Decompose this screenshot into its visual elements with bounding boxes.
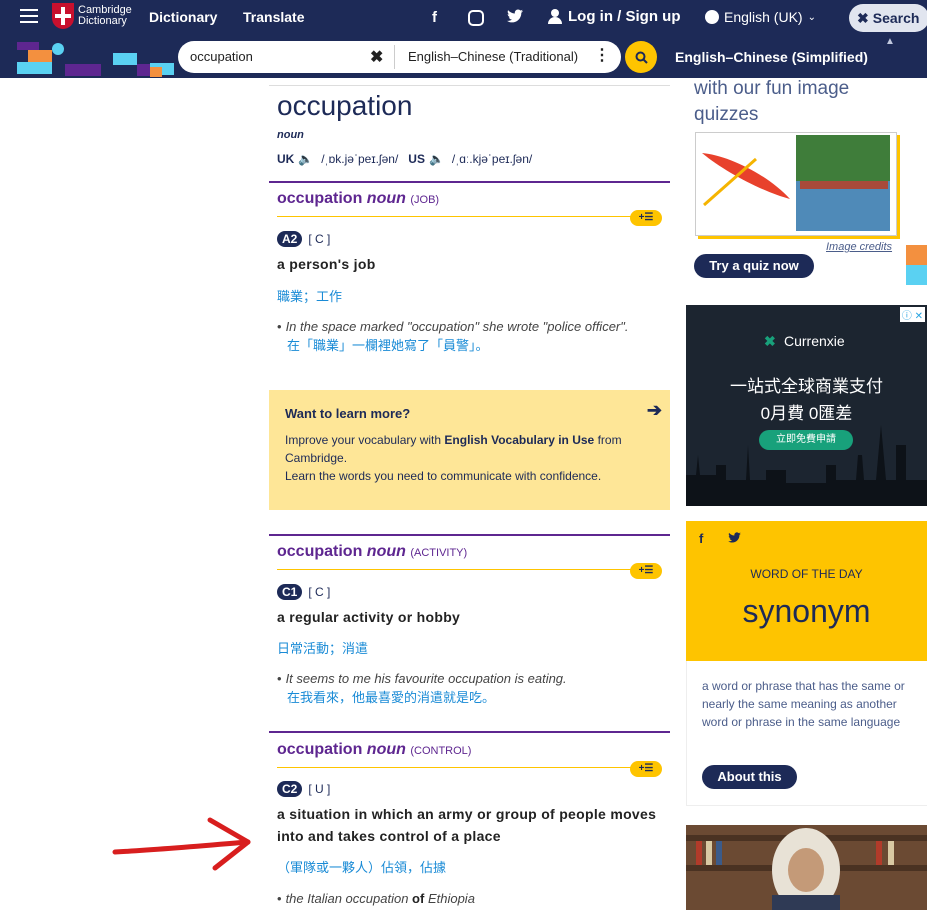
learn-more-box[interactable]: ➔ Want to learn more? Improve your vocab… [269,390,670,510]
grammar-code: [ U ] [308,782,331,796]
example-translation: 在「職業」一欄裡她寫了「員警」。 [287,338,489,353]
nav-dictionary[interactable]: Dictionary [149,9,217,25]
level-info: C1 [ C ] [277,584,330,600]
wotd-word[interactable]: synonym [686,593,927,630]
divider [269,85,670,86]
definition: a situation in which an army or group of… [277,806,657,844]
globe-icon [705,10,719,24]
definition: a regular activity or hobby [277,609,461,625]
ad-subheadline: 0月費 0匯差 [760,404,853,423]
chevron-down-icon: ⌄ [807,11,816,23]
pronunciation: UK 🔈 /ˌɒk.jəˈpeɪ.ʃən/ US 🔈 /ˌɑː.kjəˈpeɪ.… [277,152,532,166]
login-label: Log in / Sign up [568,8,681,25]
twitter-icon[interactable] [728,531,741,546]
brand-logo-icon: ✖ [764,333,776,349]
wotd-definition: a word or phrase that has the same or ne… [702,679,905,729]
part-of-speech: noun [277,129,304,141]
close-icon: ✖ [857,9,869,26]
decorative-block [906,265,927,285]
definition: a person's job [277,256,376,272]
example: • In the space marked "occupation" she wr… [277,317,657,355]
level-info: C2 [ U ] [277,781,330,797]
user-icon [548,9,562,24]
translation: 職業；工作 [277,289,343,304]
search-submit-button[interactable] [625,41,657,73]
example: • It seems to me his favourite occupation… [277,669,657,707]
example-translation: 在我看來，他最喜愛的消遣就是吃。 [287,690,496,705]
example: • the Italian occupation of Ethiopia [277,891,475,906]
logo-line2: Dictionary [78,15,127,27]
decorative-block [906,245,927,265]
ad-choices-icon[interactable]: ⓘ ✕ [899,307,925,322]
nav-translate[interactable]: Translate [243,9,304,25]
sense-heading-activity: occupation noun (ACTIVITY) [277,543,468,560]
hamburger-menu-icon[interactable] [20,9,38,23]
sense-divider [269,534,670,536]
annotation-arrow-icon [112,817,251,871]
shield-icon [52,3,74,29]
uk-ipa: /ˌɒk.jəˈpeɪ.ʃən/ [321,152,399,166]
uk-label: UK [277,152,295,166]
divider [277,569,637,570]
try-quiz-button[interactable]: Try a quiz now [694,254,814,278]
quiz-promo-text: with our fun image quizzes [694,78,850,125]
us-ipa: /ˌɑː.kjəˈpeɪ.ʃən/ [451,152,533,166]
advertisement[interactable]: ⓘ ✕ ✖ Currenxie 一站式全球商業支付 0月費 0匯差 立即免費申請 [686,305,927,506]
grammar-code: [ C ] [308,585,331,599]
about-this-button[interactable]: About this [702,765,797,789]
grammar-code: [ C ] [308,232,331,246]
dictionary-select[interactable]: English–Chinese (Traditional) [408,49,578,64]
sense-divider [269,731,670,733]
facebook-icon[interactable]: f [432,9,437,26]
learn-more-title: Want to learn more? [285,406,411,421]
search-box: occupation ✖ English–Chinese (Traditiona… [178,41,621,73]
twitter-icon[interactable] [507,9,523,27]
ad-cta-button[interactable]: 立即免費申請 [759,430,853,450]
instagram-icon[interactable] [468,10,484,26]
learn-more-text: Improve your vocabulary with English Voc… [285,433,622,483]
level-info: A2 [ C ] [277,231,330,247]
translation: 日常活動；消遣 [277,641,369,656]
search-input[interactable]: occupation [190,49,253,64]
quiz-image[interactable] [695,132,897,236]
speaker-icon[interactable]: 🔈 [429,152,444,166]
divider [394,45,395,69]
word-of-the-day: f WORD OF THE DAY synonym [686,521,927,661]
divider [277,767,637,768]
add-to-list-button[interactable]: +☰ [630,563,662,579]
scroll-up-icon[interactable]: ▲ [885,36,895,47]
blog-photo[interactable] [686,825,927,910]
translation: （軍隊或一夥人）佔領，佔據 [277,860,447,875]
search-toggle-label: Search [872,10,920,26]
language-selector[interactable]: English (UK) ⌄ [705,9,816,25]
alt-dictionary-link[interactable]: English–Chinese (Simplified) [675,49,868,65]
us-label: US [408,152,425,166]
ad-headline: 一站式全球商業支付 [730,377,883,396]
sense-heading-job: occupation noun (JOB) [277,190,440,207]
level-badge: C1 [277,584,303,600]
speaker-icon[interactable]: 🔈 [298,152,313,166]
level-badge: A2 [277,231,303,247]
image-credits-link[interactable]: Image credits [826,241,892,253]
clear-icon[interactable]: ✖ [370,47,383,67]
search-toggle-button[interactable]: ✖ Search [849,4,927,32]
level-badge: C2 [277,781,303,797]
login-link[interactable]: Log in / Sign up [548,8,680,25]
language-label: English (UK) [724,9,803,25]
facebook-icon[interactable]: f [699,531,703,546]
divider [277,216,637,217]
search-icon [635,51,648,64]
add-to-list-button[interactable]: +☰ [630,761,662,777]
headword: occupation [277,90,413,121]
wotd-label: WORD OF THE DAY [750,567,863,581]
more-options-icon[interactable]: ⋮ [594,45,610,65]
top-navbar: Cambridge Dictionary Dictionary Translate… [0,0,927,36]
add-to-list-button[interactable]: +☰ [630,210,662,226]
sense-heading-control: occupation noun (CONTROL) [277,741,472,758]
arrow-right-icon[interactable]: ➔ [647,400,662,421]
ad-brand: Currenxie [784,333,845,349]
cambridge-logo[interactable]: Cambridge Dictionary [52,3,132,29]
sense-divider [269,181,670,183]
